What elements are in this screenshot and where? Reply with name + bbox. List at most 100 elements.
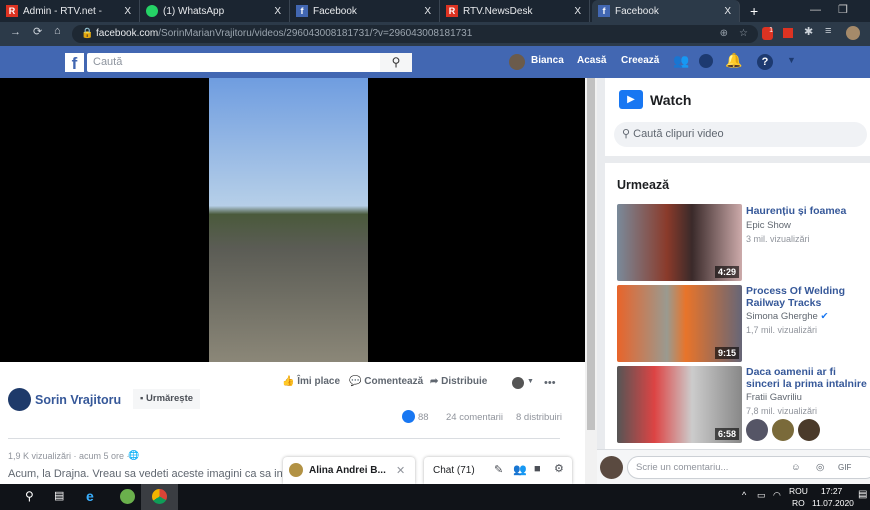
url-bar[interactable]: 🔒 facebook.com/SorinMarianVrajitoru/video… (72, 25, 758, 43)
post-as-avatar[interactable] (512, 377, 524, 389)
group-icon[interactable]: 👥 (513, 463, 527, 476)
share-count[interactable]: 8 distribuiri (516, 412, 562, 423)
close-tab-icon[interactable]: X (124, 6, 131, 17)
video-channel[interactable]: Epic Show (746, 220, 791, 231)
friend-avatar[interactable] (798, 419, 820, 441)
tab-whatsapp[interactable]: (1) WhatsApp X (140, 0, 290, 22)
close-icon[interactable]: ✕ (396, 464, 405, 477)
emoji-icon[interactable]: ☺ (791, 457, 801, 478)
close-tab-icon[interactable]: X (724, 6, 731, 17)
watch-header-card: ▶ Watch ⚲ Caută clipuri video (605, 78, 870, 156)
keyboard-layout[interactable]: RO (792, 498, 805, 508)
gif-icon[interactable]: GIF (838, 457, 851, 478)
friend-avatar[interactable] (772, 419, 794, 441)
clock-time[interactable]: 17:27 (821, 486, 842, 496)
chevron-down-icon[interactable]: ▼ (787, 55, 796, 65)
like-count[interactable]: 88 (418, 412, 429, 423)
video-thumbnail[interactable]: 9:15 (617, 285, 742, 362)
extensions-puzzle-icon[interactable]: ✱ (804, 25, 813, 38)
video-duration: 6:58 (714, 428, 739, 440)
video-frame[interactable] (209, 78, 368, 362)
wifi-icon[interactable]: ◠ (773, 490, 781, 501)
home-link[interactable]: Acasă (577, 55, 606, 66)
create-link[interactable]: Creează (621, 55, 659, 66)
facebook-logo[interactable]: f (65, 53, 84, 73)
avatar[interactable] (509, 54, 525, 70)
author-avatar[interactable] (8, 388, 31, 411)
reading-list-icon[interactable]: ≡ (825, 25, 831, 37)
video-player[interactable] (0, 78, 585, 362)
close-tab-icon[interactable]: X (574, 6, 581, 17)
author-name[interactable]: Sorin Vrajitoru (35, 393, 121, 407)
video-thumbnail[interactable]: 4:29 (617, 204, 742, 281)
video-thumbnail[interactable]: 6:58 (617, 366, 742, 443)
tab-facebook[interactable]: f Facebook X (290, 0, 440, 22)
camera-icon[interactable]: ◎ (816, 457, 824, 478)
show-hidden-icons[interactable]: ^ (742, 490, 746, 500)
tab-admin-rtv[interactable]: R Admin - RTV.net -X (0, 0, 140, 22)
chat-tab-alina[interactable]: Alina Andrei B... ✕ (283, 457, 415, 484)
notifications-bell-icon[interactable]: 🔔 (725, 52, 742, 69)
zoom-icon[interactable]: ⊕ (720, 25, 728, 43)
bookmark-star-icon[interactable]: ☆ (739, 25, 748, 43)
video-title[interactable]: Daca oamenii ar fi sinceri la prima inta… (746, 366, 870, 390)
video-call-icon[interactable]: ■ (534, 463, 541, 475)
close-tab-icon[interactable]: X (424, 6, 431, 17)
minimize-button[interactable]: — (810, 4, 821, 16)
watch-title[interactable]: Watch (650, 92, 691, 108)
facebook-icon: f (598, 5, 610, 17)
input-language[interactable]: ROU (789, 486, 808, 496)
messenger-icon[interactable] (699, 54, 713, 68)
forward-icon[interactable]: → (10, 26, 21, 38)
share-button[interactable]: ➦ Distribuie (430, 376, 487, 387)
extension-icon[interactable] (783, 28, 793, 38)
tab-facebook-active[interactable]: f Facebook X (592, 0, 740, 22)
search-input[interactable]: Caută ⚲ (87, 53, 412, 72)
home-icon[interactable]: ⌂ (54, 25, 61, 37)
avatar (600, 456, 623, 479)
chrome-taskbar-button[interactable] (141, 484, 178, 510)
restore-button[interactable]: ❐ (838, 3, 848, 16)
notifications-icon[interactable]: ▤ (858, 489, 867, 500)
chevron-down-icon[interactable]: ▼ (527, 378, 534, 385)
new-tab-button[interactable]: + (750, 3, 758, 19)
internet-explorer-icon[interactable]: e (86, 488, 94, 504)
more-options-button[interactable]: ••• (544, 377, 556, 389)
task-view-icon[interactable]: ▤ (54, 489, 64, 502)
video-search-input[interactable]: ⚲ Caută clipuri video (614, 122, 867, 147)
video-channel[interactable]: Simona Gherghe ✔ (746, 311, 828, 322)
chat-label[interactable]: Chat (71) (433, 465, 475, 476)
comment-button[interactable]: 💬 Comentează (349, 376, 423, 387)
chat-sidebar-bar[interactable]: Chat (71) ✎ 👥 ■ ⚙ (424, 457, 572, 484)
like-button[interactable]: 👍 Îmi place (282, 376, 340, 387)
settings-gear-icon[interactable]: ⚙ (554, 462, 564, 475)
comment-count[interactable]: 24 comentarii (446, 412, 503, 423)
profile-avatar[interactable] (846, 26, 860, 40)
tab-rtv-newsdesk[interactable]: R RTV.NewsDesk X (440, 0, 590, 22)
comment-input[interactable]: Scrie un comentariu... ☺ ◎ GIF (627, 456, 870, 479)
follow-button[interactable]: ▪ Urmărește (133, 389, 201, 409)
up-next-card: Urmează 4:29 Haurențiu și foamea Epic Sh… (605, 163, 870, 453)
close-tab-icon[interactable]: X (274, 6, 281, 17)
extension-badge[interactable]: 1 (762, 27, 773, 40)
help-icon[interactable]: ? (757, 54, 773, 70)
search-icon[interactable]: ⚲ (25, 489, 34, 503)
whatsapp-icon (146, 5, 158, 17)
thumbs-up-icon: 👍 (282, 376, 298, 387)
video-channel[interactable]: Fratii Gavriliu (746, 392, 802, 403)
watch-sidebar: ▶ Watch ⚲ Caută clipuri video Urmează 4:… (597, 78, 870, 484)
facebook-icon: f (296, 5, 308, 17)
clock-date[interactable]: 11.07.2020 (812, 498, 854, 508)
comment-composer: Scrie un comentariu... ☺ ◎ GIF (597, 449, 870, 484)
friends-icon[interactable]: 👥 (673, 53, 689, 69)
new-message-icon[interactable]: ✎ (494, 463, 503, 476)
search-icon[interactable]: ⚲ (380, 53, 412, 72)
utorrent-icon[interactable] (120, 489, 135, 504)
video-title[interactable]: Haurențiu și foamea (746, 205, 870, 217)
network-icon[interactable]: ▭ (757, 490, 766, 501)
friend-avatar[interactable] (746, 419, 768, 441)
profile-link[interactable]: Bianca (531, 55, 564, 66)
video-title[interactable]: Process Of Welding Railway Tracks (746, 285, 870, 309)
scrollbar-thumb[interactable] (587, 78, 595, 430)
reload-icon[interactable]: ⟳ (33, 25, 42, 38)
